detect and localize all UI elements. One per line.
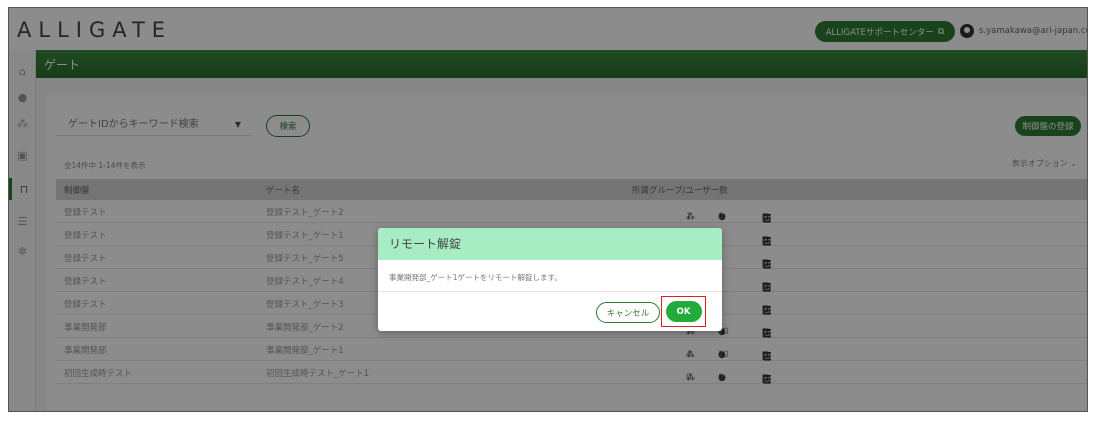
cancel-button[interactable]: キャンセル (596, 302, 660, 323)
remote-unlock-dialog: リモート解錠 事業開発部_ゲート1ゲートをリモート解錠します。 キャンセル OK (378, 228, 722, 331)
dialog-title: リモート解錠 (378, 228, 722, 260)
ok-button[interactable]: OK (665, 301, 702, 322)
dialog-message: 事業開発部_ゲート1ゲートをリモート解錠します。 (389, 273, 562, 282)
dialog-divider (378, 291, 722, 292)
ok-highlight: OK (661, 296, 706, 327)
modal-overlay[interactable] (9, 8, 1087, 411)
app-window: ALLIGATE ALLIGATEサポートセンター ⧉ s.yamakawa@a… (8, 7, 1088, 412)
